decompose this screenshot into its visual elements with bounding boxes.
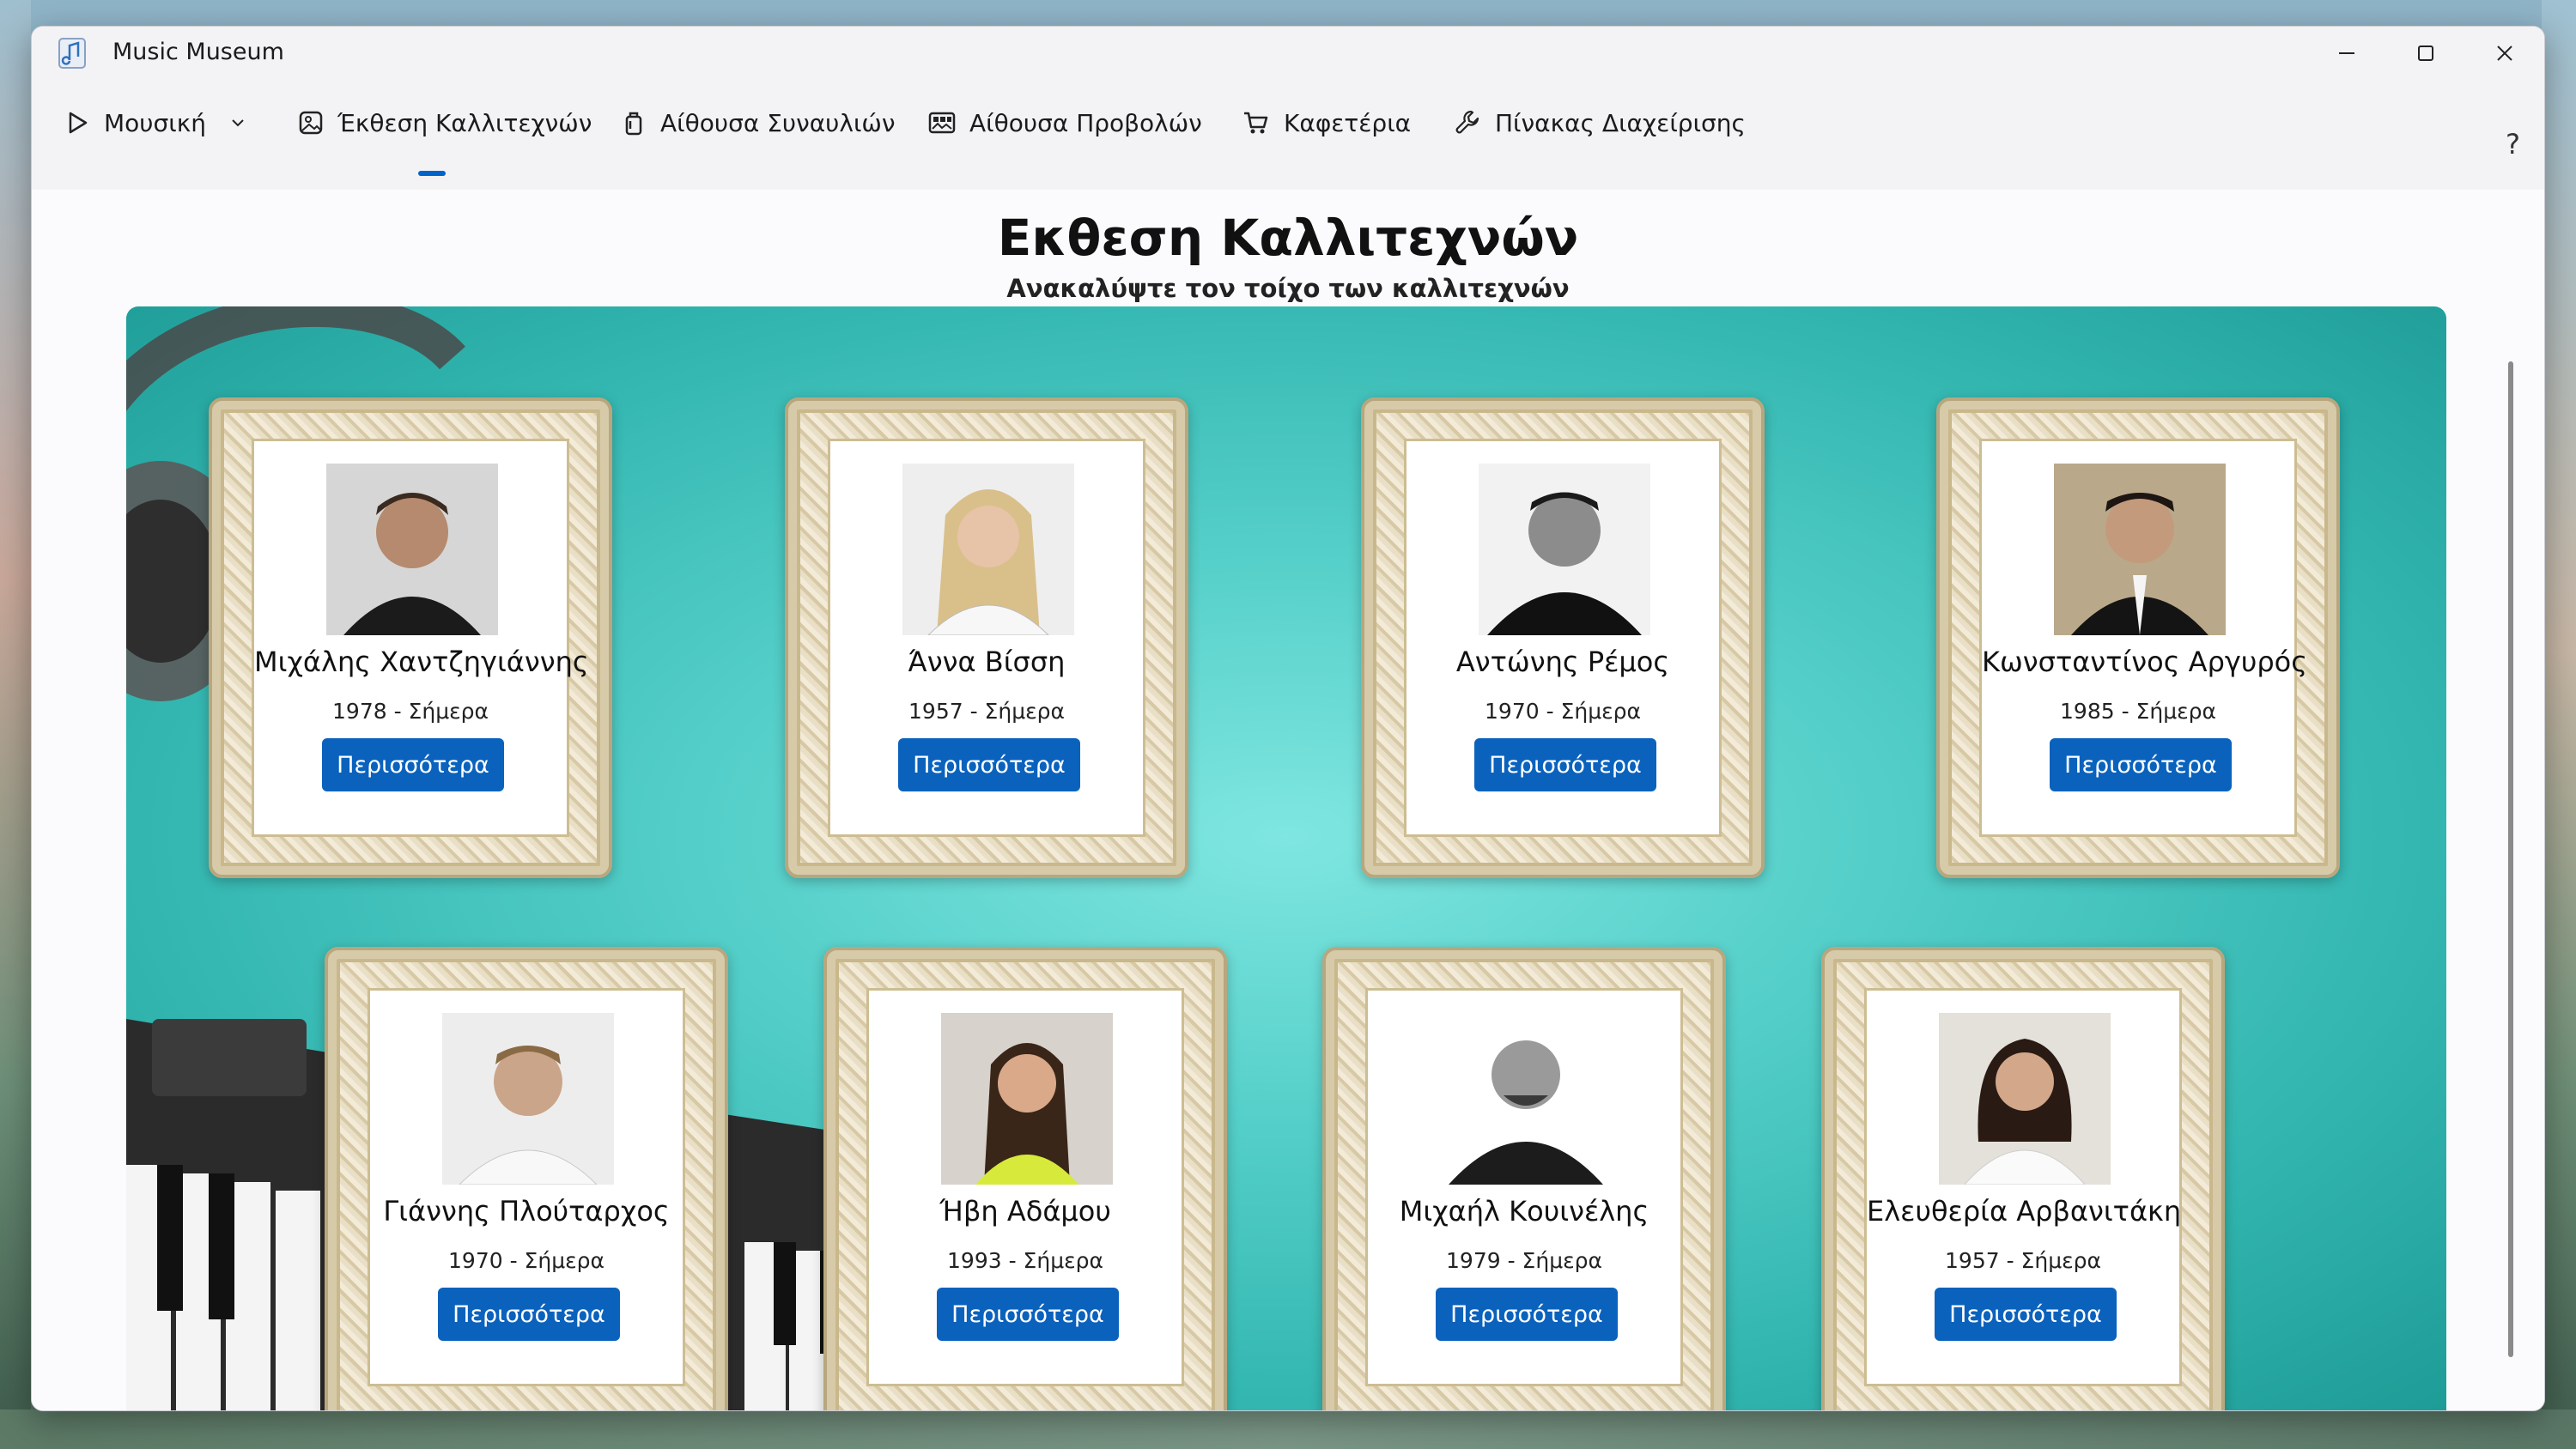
vertical-scrollbar[interactable] — [2508, 361, 2513, 1357]
artist-photo — [326, 464, 498, 635]
artist-card-canvas: Ήβη Αδάμου 1993 - Σήμερα Περισσότερα — [866, 988, 1184, 1386]
person-silhouette-icon — [2054, 464, 2226, 635]
artist-card-canvas: Αντώνης Ρέμος 1970 - Σήμερα Περισσότερα — [1404, 439, 1722, 837]
artist-years: 1957 - Σήμερα — [1945, 1248, 2101, 1273]
artist-photo — [2054, 464, 2226, 635]
artist-card: Γιάννης Πλούταρχος 1970 - Σήμερα Περισσό… — [325, 947, 728, 1410]
desktop-background-left — [0, 0, 31, 1449]
app-icon — [58, 38, 86, 69]
artist-years: 1979 - Σήμερα — [1446, 1248, 1602, 1273]
person-silhouette-icon — [1939, 1013, 2111, 1185]
bag-icon — [625, 112, 642, 136]
artist-name: Άννα Βίσση — [908, 646, 1066, 678]
artist-photo — [1440, 1013, 1612, 1185]
artist-photo — [941, 1013, 1113, 1185]
close-icon — [2497, 45, 2512, 61]
navigation-bar: Μουσική Έκθεση Καλλιτεχνών Αίθουσα Συναυ… — [32, 80, 2544, 191]
nav-item-music[interactable]: Μουσική — [64, 80, 247, 166]
person-silhouette-icon — [941, 1013, 1113, 1185]
more-button[interactable]: Περισσότερα — [1436, 1288, 1618, 1341]
person-silhouette-icon — [1440, 1013, 1612, 1185]
minimize-icon — [2339, 52, 2354, 54]
artist-name: Ελευθερία Αρβανιτάκη — [1867, 1195, 2182, 1228]
app-window: Music Museum Μουσική Έκθεση Καλλιτεχνών … — [31, 26, 2545, 1411]
artist-card: Μιχάλης Χαντζηγιάννης 1978 - Σήμερα Περι… — [209, 397, 612, 878]
artist-card: Άννα Βίσση 1957 - Σήμερα Περισσότερα — [785, 397, 1188, 878]
artist-card-canvas: Μιχάλης Χαντζηγιάννης 1978 - Σήμερα Περι… — [252, 439, 589, 837]
minimize-button[interactable] — [2307, 30, 2386, 76]
artist-name: Γιάννης Πλούταρχος — [383, 1195, 670, 1228]
gallery-icon — [928, 112, 956, 134]
app-title: Music Museum — [112, 39, 284, 65]
artist-photo — [902, 464, 1074, 635]
artist-name: Κωνσταντίνος Αργυρός — [1982, 646, 2307, 678]
desktop-background-right — [2542, 0, 2576, 1449]
artist-card-canvas: Ελευθερία Αρβανιτάκη 1957 - Σήμερα Περισ… — [1864, 988, 2182, 1386]
more-button[interactable]: Περισσότερα — [2050, 738, 2232, 791]
maximize-button[interactable] — [2386, 30, 2465, 76]
title-bar: Music Museum — [32, 27, 2544, 80]
person-silhouette-icon — [902, 464, 1074, 635]
artist-card-canvas: Μιχαήλ Κουινέλης 1979 - Σήμερα Περισσότε… — [1365, 988, 1683, 1386]
person-silhouette-icon — [326, 464, 498, 635]
nav-item-label: Μουσική — [104, 108, 206, 137]
play-icon — [69, 112, 88, 134]
active-tab-indicator — [418, 171, 446, 176]
desktop-background-bottom — [0, 1410, 2576, 1449]
nav-item-screening-room[interactable]: Αίθουσα Προβολών — [928, 80, 1202, 166]
artist-card: Μιχαήλ Κουινέλης 1979 - Σήμερα Περισσότε… — [1322, 947, 1726, 1410]
artist-name: Ήβη Αδάμου — [939, 1195, 1111, 1228]
artist-card: Αντώνης Ρέμος 1970 - Σήμερα Περισσότερα — [1361, 397, 1765, 878]
nav-item-label: Αίθουσα Συναυλιών — [660, 108, 896, 137]
nav-item-artist-exhibition[interactable]: Έκθεση Καλλιτεχνών — [298, 80, 592, 166]
artist-years: 1970 - Σήμερα — [1485, 699, 1641, 724]
close-button[interactable] — [2465, 30, 2544, 76]
more-button[interactable]: Περισσότερα — [322, 738, 504, 791]
person-silhouette-icon — [442, 1013, 614, 1185]
main-content: Εκθεση Καλλιτεχνών Ανακαλύψτε τον τοίχο … — [32, 190, 2544, 1410]
artist-photo — [1479, 464, 1650, 635]
nav-item-label: Καφετέρια — [1284, 108, 1412, 137]
artist-years: 1978 - Σήμερα — [332, 699, 489, 724]
artist-years: 1985 - Σήμερα — [2060, 699, 2216, 724]
artist-years: 1970 - Σήμερα — [448, 1248, 605, 1273]
page-title: Εκθεση Καλλιτεχνών — [997, 209, 1579, 267]
maximize-icon — [2418, 45, 2433, 61]
picture-icon — [299, 111, 323, 135]
nav-item-label: Έκθεση Καλλιτεχνών — [337, 108, 592, 137]
nav-item-concert-hall[interactable]: Αίθουσα Συναυλιών — [621, 80, 896, 166]
artist-years: 1993 - Σήμερα — [947, 1248, 1103, 1273]
more-button[interactable]: Περισσότερα — [1935, 1288, 2117, 1341]
nav-item-label: Πίνακας Διαχείρισης — [1495, 108, 1746, 137]
more-button[interactable]: Περισσότερα — [438, 1288, 620, 1341]
artist-card-canvas: Άννα Βίσση 1957 - Σήμερα Περισσότερα — [828, 439, 1145, 837]
artist-name: Αντώνης Ρέμος — [1455, 646, 1670, 678]
more-button[interactable]: Περισσότερα — [1474, 738, 1656, 791]
cart-icon — [1244, 112, 1268, 134]
artist-card: Ήβη Αδάμου 1993 - Σήμερα Περισσότερα — [823, 947, 1227, 1410]
artist-years: 1957 - Σήμερα — [908, 699, 1065, 724]
more-button[interactable]: Περισσότερα — [937, 1288, 1119, 1341]
nav-item-cafeteria[interactable]: Καφετέρια — [1242, 80, 1411, 166]
artist-card: Κωνσταντίνος Αργυρός 1985 - Σήμερα Περισ… — [1936, 397, 2340, 878]
wrench-icon — [1455, 110, 1479, 134]
nav-item-label: Αίθουσα Προβολών — [969, 108, 1202, 137]
artist-name: Μιχάλης Χαντζηγιάννης — [254, 646, 589, 678]
page-subtitle: Ανακαλύψτε τον τοίχο των καλλιτεχνών — [1006, 274, 1570, 303]
artist-photo — [1939, 1013, 2111, 1185]
artist-card-canvas: Κωνσταντίνος Αργυρός 1985 - Σήμερα Περισ… — [1979, 439, 2307, 837]
artist-card: Ελευθερία Αρβανιτάκη 1957 - Σήμερα Περισ… — [1821, 947, 2225, 1410]
chevron-down-icon — [232, 119, 244, 127]
artist-photo — [442, 1013, 614, 1185]
nav-item-admin-panel[interactable]: Πίνακας Διαχείρισης — [1454, 80, 1746, 166]
help-button[interactable]: ? — [2506, 128, 2520, 161]
artist-name: Μιχαήλ Κουινέλης — [1399, 1195, 1649, 1228]
person-silhouette-icon — [1479, 464, 1650, 635]
more-button[interactable]: Περισσότερα — [898, 738, 1080, 791]
artist-card-canvas: Γιάννης Πλούταρχος 1970 - Σήμερα Περισσό… — [368, 988, 685, 1386]
